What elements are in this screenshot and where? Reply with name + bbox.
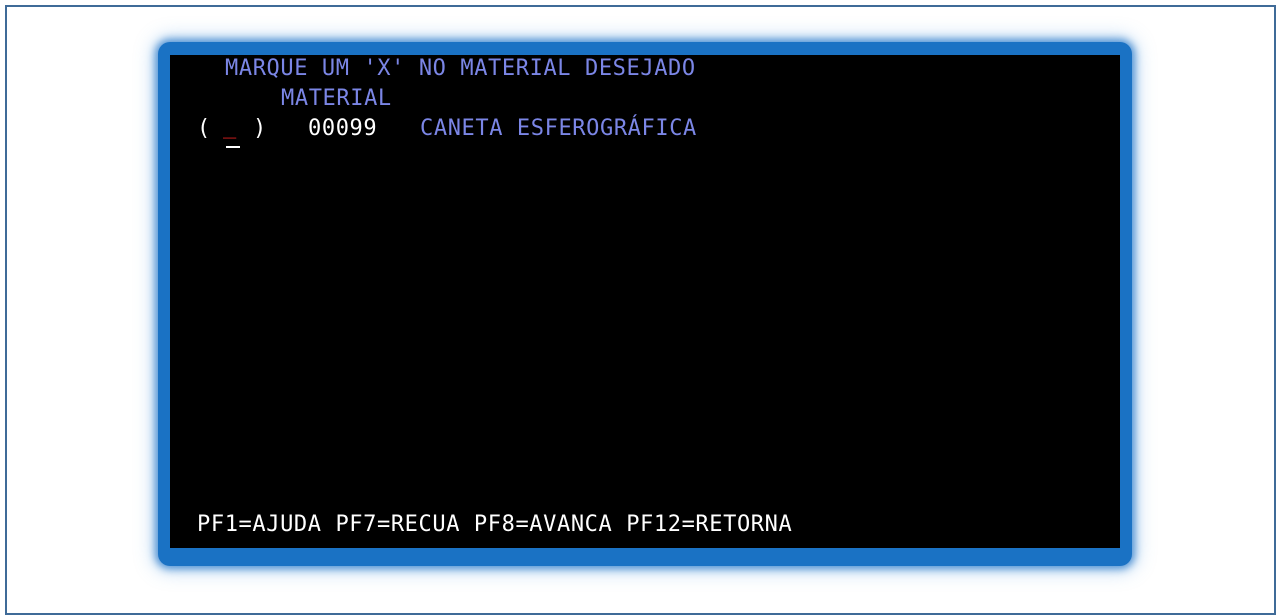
selection-close-paren: ) — [253, 116, 267, 141]
screen-instruction: MARQUE UM 'X' NO MATERIAL DESEJADO — [225, 56, 696, 81]
terminal-screen: MARQUE UM 'X' NO MATERIAL DESEJADO MATER… — [170, 55, 1120, 548]
function-key-legend: PF1=AJUDA PF7=RECUA PF8=AVANCA PF12=RETO… — [197, 512, 793, 537]
selection-open-paren: ( — [197, 116, 211, 141]
material-selection-input[interactable]: _ — [223, 114, 237, 140]
text-cursor — [226, 146, 240, 148]
material-description: CANETA ESFEROGRÁFICA — [420, 116, 697, 141]
material-code: 00099 — [308, 116, 378, 141]
material-column-header: MATERIAL — [281, 86, 392, 111]
